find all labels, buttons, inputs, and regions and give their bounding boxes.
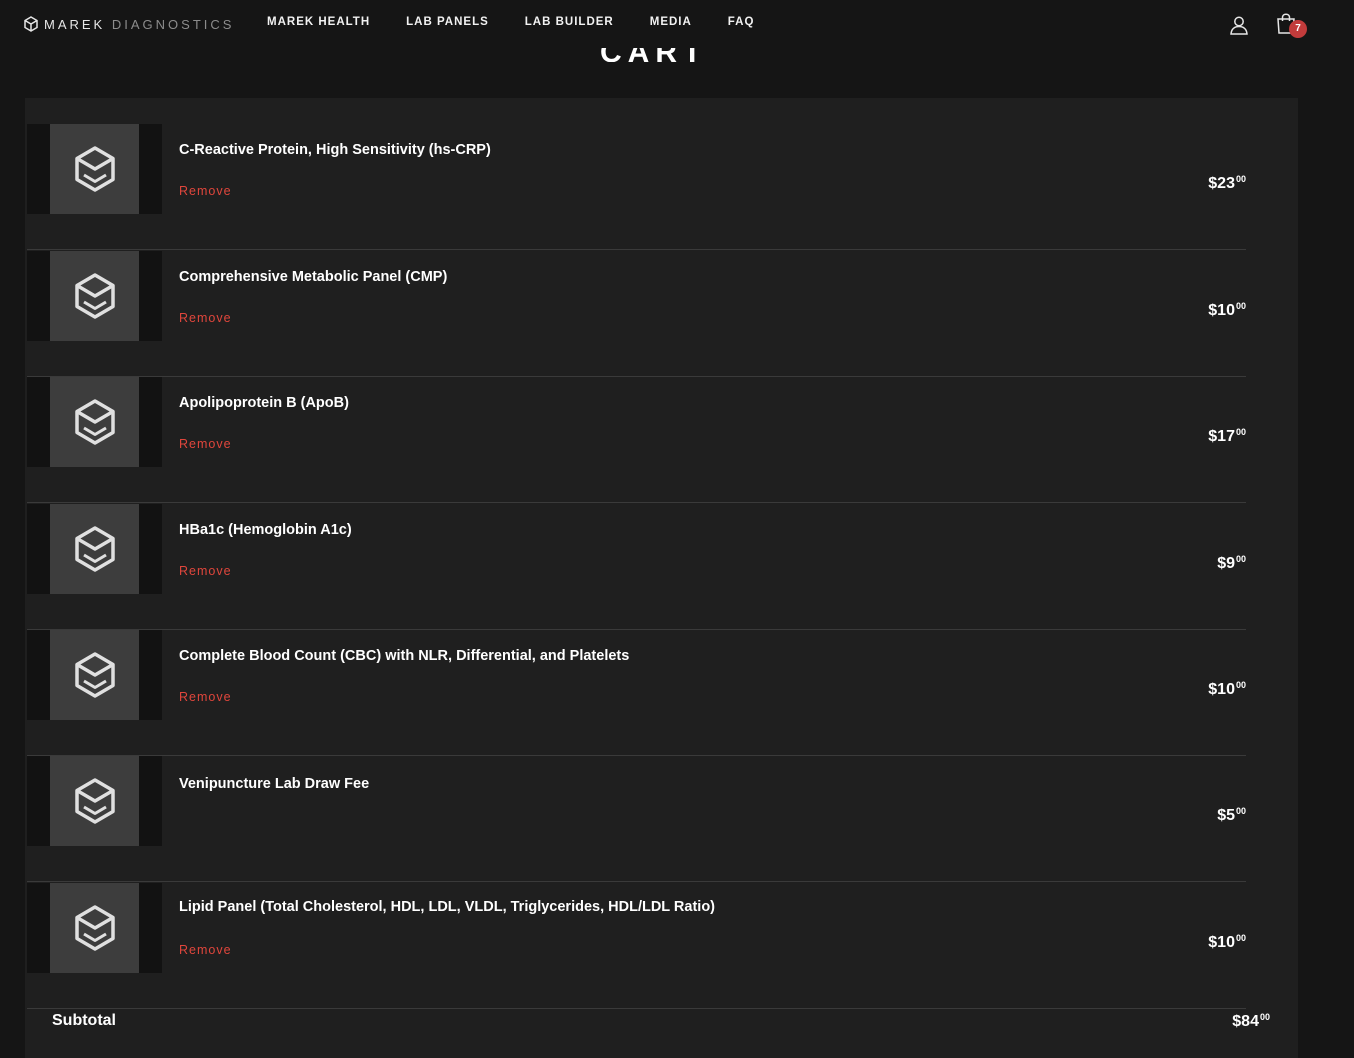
cube-icon — [74, 273, 115, 319]
product-thumbnail[interactable] — [27, 630, 162, 720]
nav-item-marek-health[interactable]: MAREK HEALTH — [267, 16, 370, 28]
remove-button[interactable]: Remove — [179, 943, 232, 957]
product-thumbnail[interactable] — [27, 124, 162, 214]
remove-button[interactable]: Remove — [179, 690, 232, 704]
cube-icon — [74, 652, 115, 698]
cart-count-badge: 7 — [1289, 20, 1307, 38]
item-price: $1700 — [1208, 427, 1246, 445]
item-name[interactable]: Apolipoprotein B (ApoB) — [179, 395, 349, 411]
cube-icon — [74, 399, 115, 445]
cart-item: Apolipoprotein B (ApoB) Remove $1700 — [27, 377, 1246, 503]
nav-item-media[interactable]: MEDIA — [650, 16, 692, 28]
subtotal-value: $8400 — [1232, 1012, 1270, 1030]
product-thumbnail[interactable] — [27, 251, 162, 341]
product-thumbnail[interactable] — [27, 756, 162, 846]
item-price: $1000 — [1208, 301, 1246, 319]
cart-item: Lipid Panel (Total Cholesterol, HDL, LDL… — [27, 883, 1246, 1009]
nav-item-faq[interactable]: FAQ — [728, 16, 755, 28]
brand-name: MAREK DIAGNOSTICS — [44, 16, 235, 32]
top-navigation-bar: MAREK DIAGNOSTICS MAREK HEALTH LAB PANEL… — [0, 0, 1354, 48]
item-price: $1000 — [1208, 680, 1246, 698]
item-price: $900 — [1217, 554, 1246, 572]
nav-item-lab-builder[interactable]: LAB BUILDER — [525, 16, 614, 28]
main-nav: MAREK HEALTH LAB PANELS LAB BUILDER MEDI… — [267, 16, 754, 28]
item-price: $2300 — [1208, 174, 1246, 192]
product-thumbnail[interactable] — [27, 883, 162, 973]
nav-item-lab-panels[interactable]: LAB PANELS — [406, 16, 489, 28]
product-thumbnail[interactable] — [27, 504, 162, 594]
cart-item: Complete Blood Count (CBC) with NLR, Dif… — [27, 630, 1246, 756]
subtotal-label: Subtotal — [52, 1012, 116, 1029]
item-name[interactable]: Lipid Panel (Total Cholesterol, HDL, LDL… — [179, 899, 715, 915]
cube-icon — [74, 905, 115, 951]
cart-item: C-Reactive Protein, High Sensitivity (hs… — [27, 124, 1246, 250]
item-name[interactable]: C-Reactive Protein, High Sensitivity (hs… — [179, 142, 491, 158]
item-price: $1000 — [1208, 933, 1246, 951]
cart-item: Venipuncture Lab Draw Fee $500 — [27, 756, 1246, 882]
item-name[interactable]: Complete Blood Count (CBC) with NLR, Dif… — [179, 648, 629, 664]
item-name[interactable]: Venipuncture Lab Draw Fee — [179, 776, 369, 792]
item-name[interactable]: HBa1c (Hemoglobin A1c) — [179, 522, 352, 538]
brand-logo[interactable]: MAREK DIAGNOSTICS — [24, 14, 234, 34]
user-icon[interactable] — [1229, 15, 1249, 35]
cube-icon — [74, 526, 115, 572]
cart-item: Comprehensive Metabolic Panel (CMP) Remo… — [27, 251, 1246, 377]
remove-button[interactable]: Remove — [179, 184, 232, 198]
remove-button[interactable]: Remove — [179, 564, 232, 578]
product-thumbnail[interactable] — [27, 377, 162, 467]
item-name[interactable]: Comprehensive Metabolic Panel (CMP) — [179, 269, 447, 285]
cube-icon — [74, 146, 115, 192]
remove-button[interactable]: Remove — [179, 311, 232, 325]
cube-icon — [74, 778, 115, 824]
cart-item: HBa1c (Hemoglobin A1c) Remove $900 — [27, 504, 1246, 630]
remove-button[interactable]: Remove — [179, 437, 232, 451]
item-price: $500 — [1217, 806, 1246, 824]
logo-cube-icon — [24, 16, 38, 32]
